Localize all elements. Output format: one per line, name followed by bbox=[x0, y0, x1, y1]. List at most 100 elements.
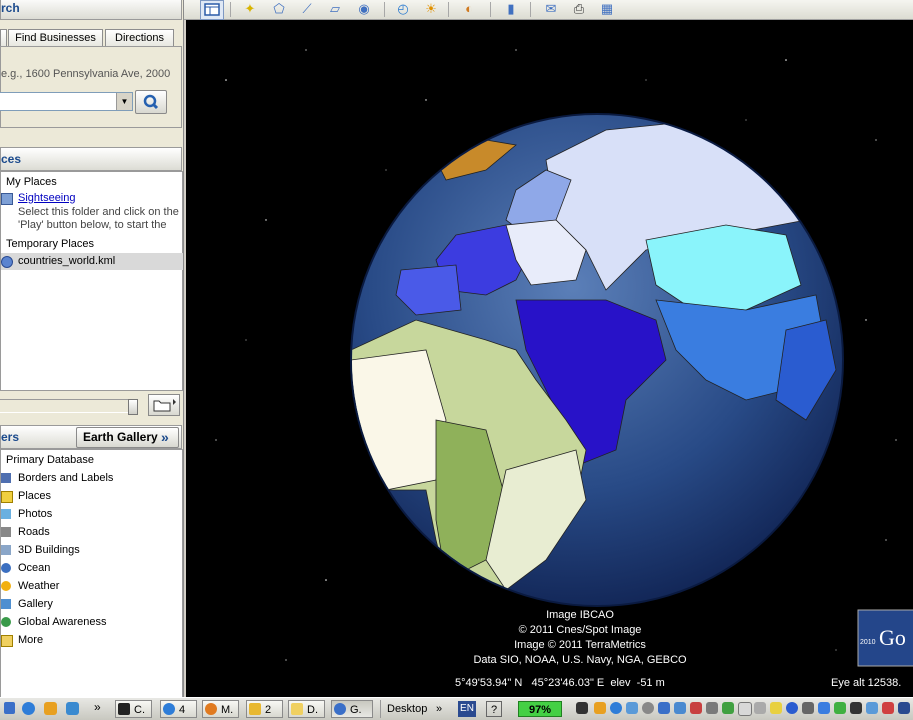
search-panel-header[interactable]: rch bbox=[0, 0, 182, 20]
layer-weather[interactable]: Weather bbox=[1, 578, 183, 595]
email-button[interactable]: ✉ bbox=[540, 0, 562, 18]
tab-directions[interactable]: Directions bbox=[105, 29, 174, 47]
task-label: C. bbox=[134, 704, 145, 716]
app-tray-icon[interactable] bbox=[658, 702, 670, 714]
ie-icon bbox=[163, 703, 175, 715]
task-label: G. bbox=[350, 704, 362, 716]
opacity-slider-track[interactable] bbox=[0, 399, 138, 415]
add-placemark-button[interactable]: ✦ bbox=[239, 0, 261, 18]
layer-ocean[interactable]: Ocean bbox=[1, 560, 183, 577]
window-icon[interactable] bbox=[738, 702, 752, 716]
search-icon bbox=[143, 94, 159, 110]
ie-tray-icon[interactable] bbox=[610, 702, 622, 714]
explorer-tray-icon[interactable] bbox=[594, 702, 606, 714]
tree-item-temporary-places[interactable]: Temporary Places bbox=[1, 236, 183, 253]
quicklaunch-chevron-icon[interactable]: » bbox=[94, 700, 101, 714]
search-button[interactable] bbox=[135, 90, 167, 114]
tree-label: Primary Database bbox=[6, 454, 95, 466]
logo-text: Go bbox=[879, 625, 906, 650]
chevron-down-icon[interactable]: ▼ bbox=[116, 93, 132, 110]
messenger-icon[interactable] bbox=[866, 702, 878, 714]
slider-handle[interactable] bbox=[128, 399, 138, 415]
sync-icon[interactable] bbox=[706, 702, 718, 714]
display-icon[interactable] bbox=[674, 702, 686, 714]
folder-icon bbox=[1, 635, 13, 647]
layer-3d-buildings[interactable]: 3D Buildings bbox=[1, 542, 183, 559]
layer-roads[interactable]: Roads bbox=[1, 524, 183, 541]
help-button[interactable]: ? bbox=[486, 701, 502, 717]
add-overlay-button[interactable]: ▱ bbox=[324, 0, 346, 18]
planet-icon: ◐ bbox=[465, 1, 473, 16]
switch-planet-button[interactable]: ◐ bbox=[458, 0, 480, 18]
sidebar: rch Find Businesses Directions e.g., 160… bbox=[0, 0, 184, 697]
imagery-credit-4: Data SIO, NOAA, U.S. Navy, NGA, GEBCO bbox=[473, 654, 687, 666]
historical-imagery-button[interactable]: ◴ bbox=[392, 0, 414, 18]
layer-places[interactable]: Places bbox=[1, 488, 183, 505]
record-tour-button[interactable]: ◉ bbox=[353, 0, 375, 18]
bluetooth-icon[interactable] bbox=[786, 702, 798, 714]
earth-view[interactable]: Go 2010 Image IBCAO © 2011 Cnes/Spot Ima… bbox=[186, 20, 913, 697]
west-africa-region bbox=[352, 349, 447, 491]
power-icon[interactable] bbox=[834, 702, 846, 714]
ruler-button[interactable]: ▮ bbox=[500, 0, 522, 18]
misc-tray-icon[interactable] bbox=[898, 702, 910, 714]
update-icon[interactable] bbox=[722, 702, 734, 714]
layer-gallery[interactable]: Gallery bbox=[1, 596, 183, 613]
tree-item-my-places[interactable]: My Places bbox=[1, 174, 183, 191]
layers-panel-header[interactable]: ers Earth Gallery » bbox=[0, 425, 182, 449]
alert-icon[interactable] bbox=[882, 702, 894, 714]
tree-label: Places bbox=[18, 490, 52, 502]
places-panel-header[interactable]: ces bbox=[0, 147, 182, 171]
security-icon[interactable] bbox=[770, 702, 782, 714]
wifi-icon[interactable] bbox=[818, 702, 830, 714]
sunlight-button[interactable]: ☀ bbox=[420, 0, 442, 18]
search-box-area: e.g., 1600 Pennsylvania Ave, 2000 ▼ bbox=[0, 46, 182, 128]
folder-options-button[interactable] bbox=[148, 394, 180, 416]
search-input[interactable]: ▼ bbox=[0, 92, 133, 111]
earth-gallery-button[interactable]: Earth Gallery » bbox=[76, 427, 179, 448]
sidebar-icon bbox=[204, 3, 220, 16]
tree-item-countries-kml[interactable]: countries_world.kml bbox=[1, 253, 183, 270]
usb-icon[interactable] bbox=[576, 702, 588, 714]
device-icon[interactable] bbox=[850, 702, 862, 714]
desktop-toolbar[interactable]: Desktop » bbox=[380, 700, 455, 718]
task-button[interactable]: 2 bbox=[246, 700, 283, 718]
sidebar-toggle-button[interactable] bbox=[200, 0, 224, 20]
search-tray-icon[interactable] bbox=[642, 702, 654, 714]
sun-icon: ☀ bbox=[425, 1, 437, 16]
antivirus-icon[interactable] bbox=[690, 702, 702, 714]
layer-photos[interactable]: Photos bbox=[1, 506, 183, 523]
layer-global-awareness[interactable]: Global Awareness bbox=[1, 614, 183, 631]
ie-quicklaunch-icon[interactable] bbox=[22, 702, 35, 715]
layer-borders[interactable]: Borders and Labels bbox=[1, 470, 183, 487]
view-in-maps-button[interactable]: ▦ bbox=[596, 0, 618, 18]
add-path-button[interactable]: ⟋ bbox=[296, 0, 318, 18]
email-icon: ✉ bbox=[545, 1, 557, 16]
layer-more[interactable]: More bbox=[1, 632, 183, 649]
network-icon[interactable] bbox=[626, 702, 638, 714]
app-quicklaunch-icon[interactable] bbox=[66, 702, 79, 715]
explorer-quicklaunch-icon[interactable] bbox=[44, 702, 57, 715]
battery-meter[interactable]: 97% bbox=[518, 701, 562, 717]
language-indicator[interactable]: EN bbox=[458, 701, 476, 717]
chevron-right-icon: » bbox=[436, 703, 443, 715]
imagery-credit-3: Image © 2011 TerraMetrics bbox=[514, 639, 646, 651]
task-button[interactable]: 4 bbox=[160, 700, 197, 718]
task-button[interactable]: D. bbox=[288, 700, 325, 718]
logo-year: 2010 bbox=[860, 639, 876, 646]
task-button-active[interactable]: G. bbox=[331, 700, 373, 718]
desktop-icon[interactable] bbox=[4, 702, 15, 714]
layer-primary-database[interactable]: Primary Database bbox=[1, 452, 183, 469]
printer-icon[interactable] bbox=[754, 702, 766, 714]
globe-3d-view[interactable]: Go 2010 bbox=[186, 20, 913, 697]
add-polygon-button[interactable]: ⬠ bbox=[268, 0, 290, 18]
task-button[interactable]: M. bbox=[202, 700, 239, 718]
volume-icon[interactable] bbox=[802, 702, 814, 714]
print-button[interactable]: ⎙ bbox=[568, 0, 590, 18]
tab-fly-to[interactable] bbox=[0, 29, 7, 47]
print-icon: ⎙ bbox=[573, 1, 585, 16]
buildings-icon bbox=[1, 545, 11, 555]
tab-directions-label: Directions bbox=[115, 32, 164, 44]
task-button[interactable]: C. bbox=[115, 700, 152, 718]
tab-find-businesses[interactable]: Find Businesses bbox=[8, 29, 103, 47]
